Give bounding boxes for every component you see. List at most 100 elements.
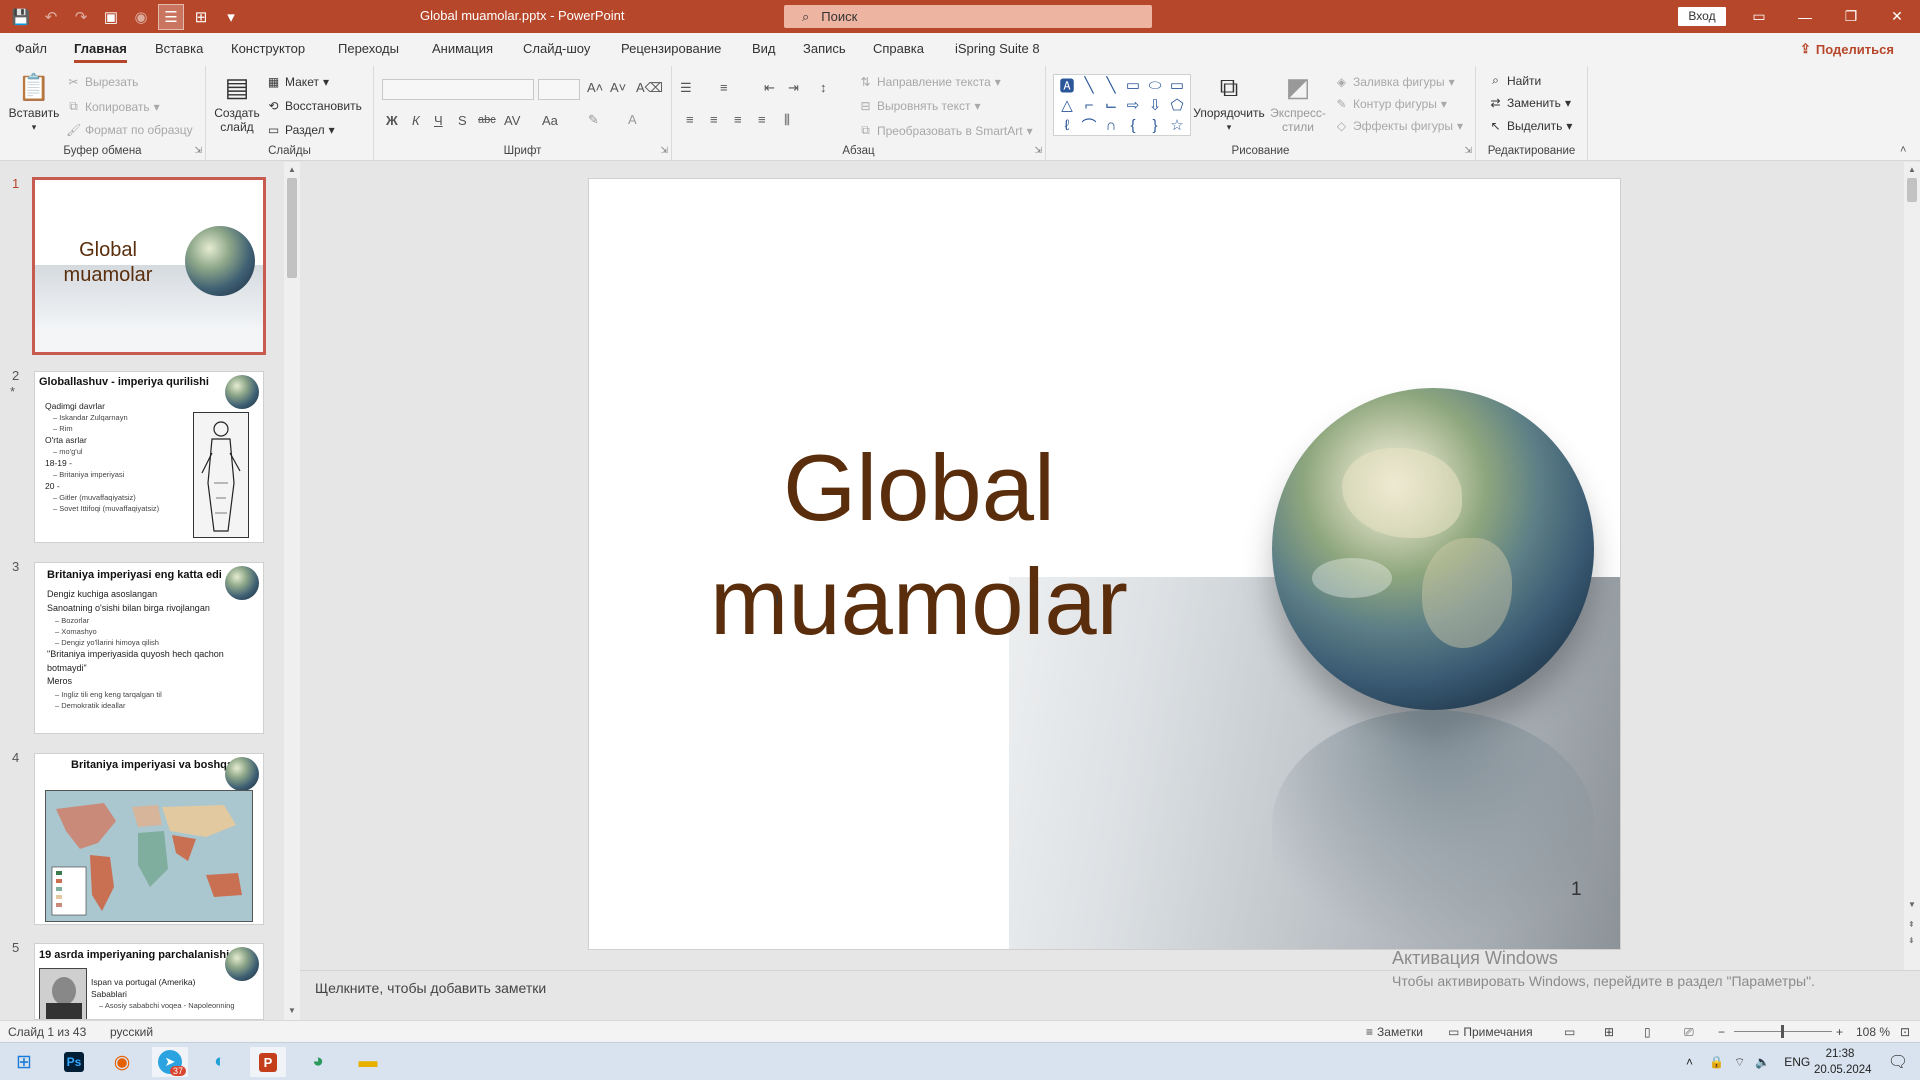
layout-button[interactable]: ▦ Макет ▾ — [266, 75, 329, 89]
shadow-button[interactable]: S — [458, 113, 467, 128]
chevron-up-icon[interactable]: ˄ — [1686, 1055, 1693, 1069]
volume-icon[interactable]: 🔈 — [1755, 1055, 1770, 1069]
curve-shape-icon[interactable]: ∩ — [1101, 115, 1121, 135]
ribbon-display-icon[interactable]: ▭ — [1736, 0, 1782, 33]
notifications-icon[interactable]: 🗨 — [1880, 1047, 1916, 1077]
oval-shape-icon[interactable]: ⬭ — [1145, 75, 1165, 95]
tab-view[interactable]: Вид — [752, 41, 776, 56]
smartart-button[interactable]: ⧉ Преобразовать в SmartArt ▾ — [858, 123, 1032, 138]
slide-thumbnail-1[interactable]: Global muamolar — [32, 177, 266, 355]
bullets-icon[interactable]: ☰ — [680, 80, 692, 96]
restore-icon[interactable]: ❐ — [1828, 0, 1874, 33]
shape-effects-button[interactable]: ◇ Эффекты фигуры ▾ — [1334, 119, 1463, 133]
globe-image[interactable] — [1272, 388, 1594, 710]
tab-transitions[interactable]: Переходы — [338, 41, 399, 56]
clock[interactable]: 21:38 20.05.2024 — [1814, 1046, 1872, 1078]
next-slide-icon[interactable]: ⇟ — [1908, 936, 1915, 945]
rectangle-shape-icon[interactable]: ▭ — [1167, 75, 1187, 95]
callout-shape-icon[interactable]: ⬠ — [1167, 95, 1187, 115]
copy-button[interactable]: ⧉ Копировать ▾ — [66, 99, 159, 114]
textbox-shape-icon[interactable]: 🅰 — [1057, 75, 1077, 95]
dialog-launcher-icon[interactable]: ⇲ — [1034, 145, 1042, 156]
align-left-icon[interactable]: ≡ — [686, 112, 694, 127]
connector-shape-icon[interactable]: ⌐ — [1079, 95, 1099, 115]
font-family-select[interactable] — [382, 79, 534, 100]
normal-view-icon[interactable]: ▭ — [1564, 1025, 1575, 1039]
line-spacing-icon[interactable]: ↕ — [820, 80, 827, 95]
increase-indent-icon[interactable]: ⇥ — [788, 80, 799, 96]
bold-button[interactable]: Ж — [386, 113, 398, 128]
lock-icon[interactable]: 🔒 — [1709, 1055, 1724, 1069]
scroll-down-icon[interactable]: ▼ — [1908, 900, 1916, 909]
signin-button[interactable]: Вход — [1678, 7, 1726, 26]
scroll-up-icon[interactable]: ▲ — [1908, 165, 1916, 174]
new-slide-button[interactable]: ▤ Создать слайд — [213, 70, 261, 134]
strikethrough-button[interactable]: abc — [478, 114, 496, 126]
char-spacing-button[interactable]: AV — [504, 113, 520, 128]
brace-shape-icon[interactable]: } — [1145, 115, 1165, 135]
align-icon[interactable]: ⊞ — [188, 4, 214, 30]
outline-view-icon[interactable]: ☰ — [158, 3, 184, 30]
arrange-button[interactable]: ⧉ Упорядочить ▾ — [1193, 70, 1264, 134]
brace-shape-icon[interactable]: { — [1123, 115, 1143, 135]
dialog-launcher-icon[interactable]: ⇲ — [660, 145, 668, 156]
slide-scrollbar[interactable]: ▲ ▼ ⇞ ⇟ — [1904, 162, 1920, 970]
font-size-select[interactable] — [538, 79, 580, 100]
numbering-icon[interactable]: ≡ — [720, 80, 728, 95]
scroll-up-icon[interactable]: ▲ — [288, 165, 296, 174]
shape-outline-button[interactable]: ✎ Контур фигуры ▾ — [1334, 97, 1446, 111]
columns-icon[interactable]: ⫼ — [784, 112, 790, 128]
arrow-right-shape-icon[interactable]: ⇨ — [1123, 95, 1143, 115]
tab-insert[interactable]: Вставка — [155, 41, 203, 56]
tab-review[interactable]: Рецензирование — [621, 41, 721, 56]
justify-icon[interactable]: ≡ — [758, 112, 766, 127]
reading-view-icon[interactable]: ▯ — [1644, 1025, 1651, 1039]
dialog-launcher-icon[interactable]: ⇲ — [1464, 145, 1472, 156]
increase-font-icon[interactable]: A˄ — [587, 80, 603, 95]
share-button[interactable]: ⇪ Поделиться — [1800, 38, 1894, 60]
zoom-out-icon[interactable]: − — [1718, 1025, 1725, 1039]
tab-slideshow[interactable]: Слайд-шоу — [523, 41, 590, 56]
customize-qat-icon[interactable]: ▾ — [218, 4, 244, 30]
slideshow-view-icon[interactable]: ⎚ — [1684, 1025, 1694, 1040]
tab-animations[interactable]: Анимация — [432, 41, 493, 56]
notes-toggle-button[interactable]: ≡ Заметки — [1366, 1025, 1423, 1039]
slide-title[interactable]: Global muamolar — [709, 431, 1129, 659]
arc-shape-icon[interactable]: ⌒ — [1079, 115, 1099, 135]
highlight-icon[interactable]: ✎ — [588, 112, 599, 128]
decrease-indent-icon[interactable]: ⇤ — [764, 80, 775, 96]
text-direction-button[interactable]: ⇅ Направление текста ▾ — [858, 75, 1000, 89]
select-button[interactable]: ↖ Выделить ▾ — [1488, 119, 1572, 133]
scrollbar-thumb[interactable] — [1907, 178, 1917, 202]
quick-styles-button[interactable]: ◩ Экспресс- стили — [1268, 70, 1328, 134]
reset-button[interactable]: ⟲ Восстановить — [266, 99, 361, 113]
current-slide[interactable]: Global muamolar 1 I — [588, 178, 1621, 950]
zoom-level[interactable]: 108 % — [1856, 1025, 1890, 1039]
shapes-gallery[interactable]: 🅰 ╲ ╲ ▭ ⬭ ▭ △ ⌐ ⌙ ⇨ ⇩ ⬠ ℓ ⌒ ∩{} ☆ — [1053, 74, 1191, 136]
section-button[interactable]: ▭ Раздел ▾ — [266, 123, 335, 137]
underline-button[interactable]: Ч — [434, 113, 443, 128]
close-icon[interactable]: ✕ — [1874, 0, 1920, 33]
windows-start-icon[interactable]: ⊞ — [6, 1047, 42, 1077]
tab-file[interactable]: Файл — [15, 41, 47, 56]
language-indicator[interactable]: русский — [110, 1025, 153, 1039]
dialog-launcher-icon[interactable]: ⇲ — [194, 145, 202, 156]
line-shape-icon[interactable]: ╲ — [1079, 75, 1099, 95]
clear-formatting-icon[interactable]: A⌫ — [636, 80, 663, 96]
tab-design[interactable]: Конструктор — [231, 41, 305, 56]
tab-ispring[interactable]: iSpring Suite 8 — [955, 41, 1040, 56]
photoshop-icon[interactable]: Ps — [56, 1047, 92, 1077]
file-explorer-icon[interactable]: ▬ — [350, 1047, 386, 1077]
connector-shape-icon[interactable]: ⌙ — [1101, 95, 1121, 115]
wifi-icon[interactable]: ⌔ — [1734, 1055, 1745, 1070]
firefox-icon[interactable]: ◉ — [104, 1047, 140, 1077]
freeform-shape-icon[interactable]: ℓ — [1057, 115, 1077, 135]
thumbnail-scrollbar[interactable]: ▲ ▼ — [284, 162, 300, 1020]
zoom-slider-thumb[interactable] — [1781, 1025, 1784, 1038]
save-icon[interactable]: 💾 — [8, 4, 34, 30]
undo-icon[interactable]: ↶ — [38, 4, 64, 30]
scroll-down-icon[interactable]: ▼ — [288, 1006, 296, 1015]
comments-button[interactable]: ▭ Примечания — [1448, 1025, 1533, 1039]
italic-button[interactable]: К — [412, 113, 420, 128]
slide-sorter-icon[interactable]: ⊞ — [1604, 1025, 1614, 1039]
